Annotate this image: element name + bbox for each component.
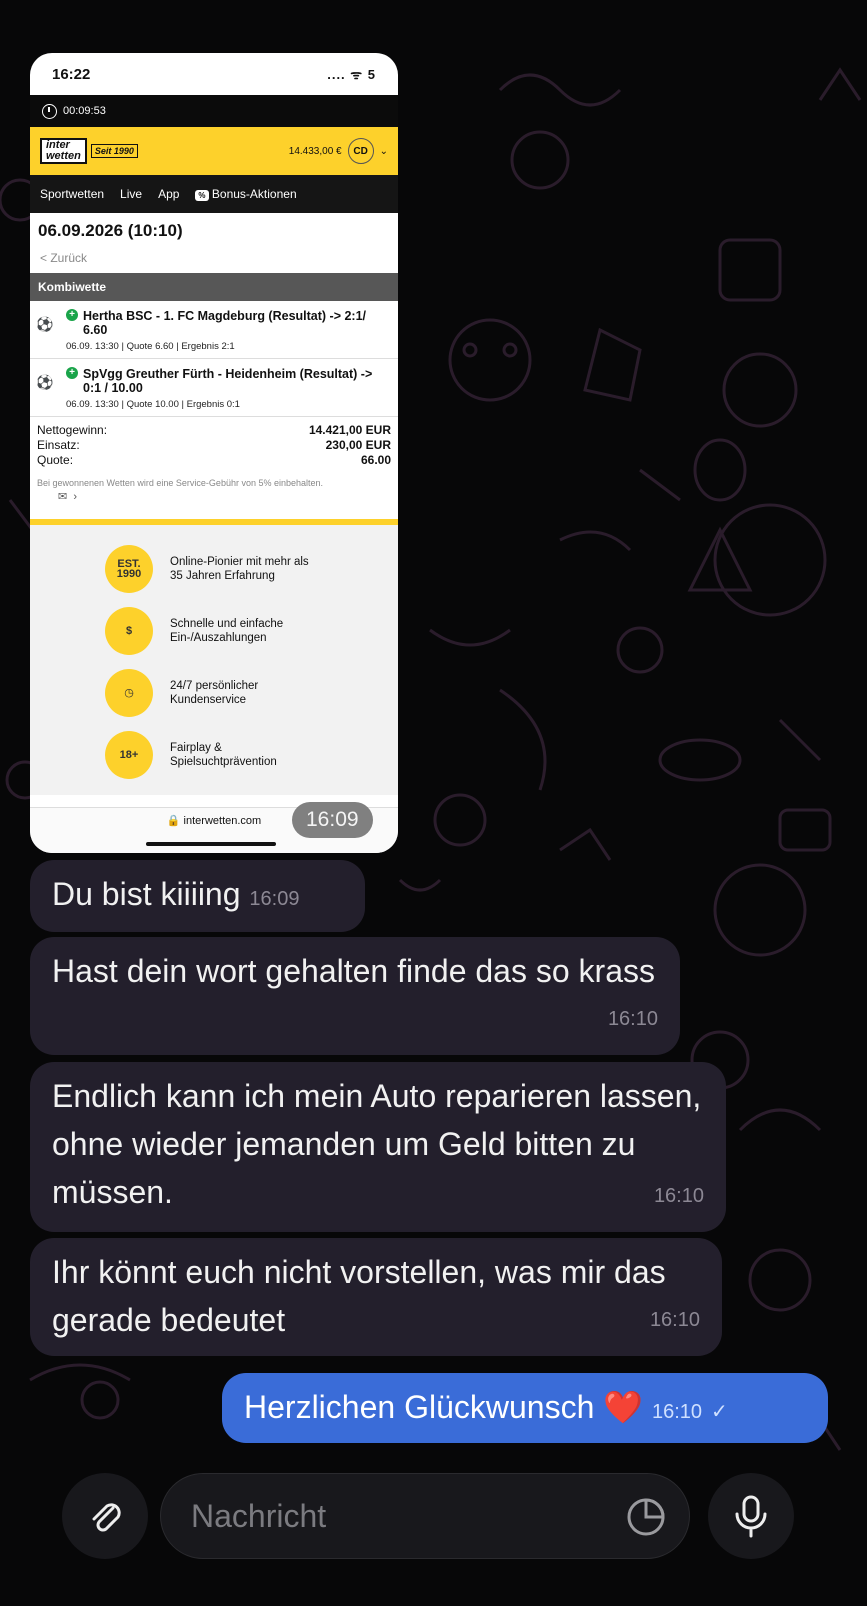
logo-since: Seit 1990 bbox=[90, 144, 138, 158]
mail-icon: ✉ › bbox=[58, 491, 77, 503]
voice-message-button[interactable] bbox=[708, 1473, 794, 1559]
microphone-icon bbox=[735, 1495, 767, 1538]
status-time: 16:22 bbox=[52, 65, 91, 83]
back-link: < Zurück bbox=[40, 251, 88, 265]
feature-list: EST. 1990 Online-Pionier mit mehr als 35… bbox=[30, 525, 398, 795]
message-input[interactable] bbox=[189, 1496, 593, 1536]
nav-bonus: % Bonus-Aktionen bbox=[195, 187, 297, 201]
bet-row: ⚽ + SpVgg Greuther Fürth - Heidenheim (Re… bbox=[30, 359, 398, 417]
message-time: 16:10 bbox=[651, 1401, 703, 1423]
feature-item: 18+ Fairplay & Spielsuchtprävention bbox=[105, 731, 398, 779]
lock-icon: 🔒 bbox=[166, 815, 181, 827]
session-timer: 00:09:53 bbox=[63, 105, 106, 117]
message-time: 16:09 bbox=[249, 888, 300, 910]
soccer-ball-icon: ⚽ bbox=[36, 374, 54, 390]
message-time: 16:10 bbox=[649, 1309, 700, 1331]
read-check-icon: ✓ bbox=[710, 1401, 728, 1423]
message-text: Du bist kiiiing bbox=[52, 876, 241, 912]
bet-title: Hertha BSC - 1. FC Magdeburg (Resultat) … bbox=[83, 309, 367, 337]
chevron-down-icon: ⌄ bbox=[379, 145, 388, 157]
bet-meta: 06.09. 13:30 | Quote 6.60 | Ergebnis 2:1 bbox=[66, 341, 235, 352]
account-balance: 14.433,00 € CD ⌄ bbox=[289, 138, 388, 164]
bet-meta: 06.09. 13:30 | Quote 10.00 | Ergebnis 0:… bbox=[66, 399, 240, 410]
feature-item: EST. 1990 Online-Pionier mit mehr als 35… bbox=[105, 545, 398, 593]
bet-date-title: 06.09.2026 (10:10) bbox=[38, 221, 183, 240]
hand-coin-icon: $ bbox=[105, 607, 153, 655]
sticker-icon[interactable] bbox=[625, 1496, 667, 1538]
attach-button[interactable] bbox=[62, 1473, 148, 1559]
stake-value: 230,00 EUR bbox=[325, 438, 391, 452]
interwetten-logo: inter wetten Seit 1990 bbox=[40, 138, 138, 164]
message-bubble[interactable]: Ihr könnt euch nicht vorstellen, was mir… bbox=[30, 1238, 722, 1356]
nav-app: App bbox=[158, 187, 180, 201]
message-time: 16:10 bbox=[607, 1008, 658, 1030]
home-indicator bbox=[146, 842, 276, 846]
brand-header: inter wetten Seit 1990 14.433,00 € CD ⌄ bbox=[30, 127, 398, 175]
paperclip-icon bbox=[92, 1503, 121, 1532]
message-time: 16:10 bbox=[653, 1185, 704, 1207]
url-text: interwetten.com bbox=[183, 815, 262, 827]
message-input-field[interactable] bbox=[160, 1473, 690, 1559]
clock-icon: ◷ bbox=[105, 669, 153, 717]
nav-sportwetten: Sportwetten bbox=[40, 187, 105, 201]
plus-icon: + bbox=[66, 309, 78, 321]
site-nav: Sportwetten Live App % Bonus-Aktionen bbox=[30, 175, 398, 213]
message-bubble[interactable]: Du bist kiiiing 16:09 bbox=[30, 860, 365, 932]
bet-title: SpVgg Greuther Fürth - Heidenheim (Resul… bbox=[83, 367, 373, 395]
age-18-icon: 18+ bbox=[105, 731, 153, 779]
percent-icon: % bbox=[195, 190, 209, 201]
phone-status-bar: 16:22 .... ᯤ 5 bbox=[30, 53, 398, 95]
outgoing-message-bubble[interactable]: Herzlichen Glückwunsch ❤️ 16:10 ✓ bbox=[222, 1373, 828, 1443]
soccer-ball-icon: ⚽ bbox=[36, 316, 54, 332]
est-1990-icon: EST. 1990 bbox=[105, 545, 153, 593]
account-avatar: CD bbox=[347, 138, 374, 164]
bet-row: ⚽ + Hertha BSC - 1. FC Magdeburg (Resulta… bbox=[30, 301, 398, 359]
nav-live: Live bbox=[120, 187, 143, 201]
fee-note: Bei gewonnenen Wetten wird eine Service-… bbox=[37, 478, 324, 488]
message-text: Ihr könnt euch nicht vorstellen, was mir… bbox=[52, 1254, 666, 1338]
shared-screenshot-image[interactable]: 16:22 .... ᯤ 5 00:09:53 inter wetten Seit… bbox=[30, 53, 398, 853]
balance-value: 14.433,00 € bbox=[288, 145, 342, 157]
clock-icon bbox=[42, 103, 57, 119]
message-text: Hast dein wort gehalten finde das so kra… bbox=[52, 953, 655, 989]
section-header: Kombiwette bbox=[30, 273, 398, 301]
bet-totals: Nettogewinn: 14.421,00 EUR Einsatz: 230,00… bbox=[37, 423, 391, 467]
plus-icon: + bbox=[66, 367, 78, 379]
message-bubble[interactable]: Hast dein wort gehalten finde das so kra… bbox=[30, 937, 680, 1055]
feature-item: ◷ 24/7 persönlicher Kundenservice bbox=[105, 669, 398, 717]
heart-emoji: ❤️ bbox=[603, 1389, 644, 1425]
message-bubble[interactable]: Endlich kann ich mein Auto reparieren la… bbox=[30, 1062, 726, 1232]
message-text: Endlich kann ich mein Auto reparieren la… bbox=[52, 1078, 702, 1210]
status-icons: .... ᯤ 5 bbox=[327, 67, 376, 82]
odds-value: 66.00 bbox=[360, 453, 391, 467]
message-text: Herzlichen Glückwunsch bbox=[244, 1389, 595, 1425]
feature-item: $ Schnelle und einfache Ein-/Auszahlunge… bbox=[105, 607, 398, 655]
session-timer-bar: 00:09:53 bbox=[30, 95, 398, 127]
net-win-value: 14.421,00 EUR bbox=[308, 423, 391, 437]
image-timestamp: 16:09 bbox=[292, 802, 373, 838]
